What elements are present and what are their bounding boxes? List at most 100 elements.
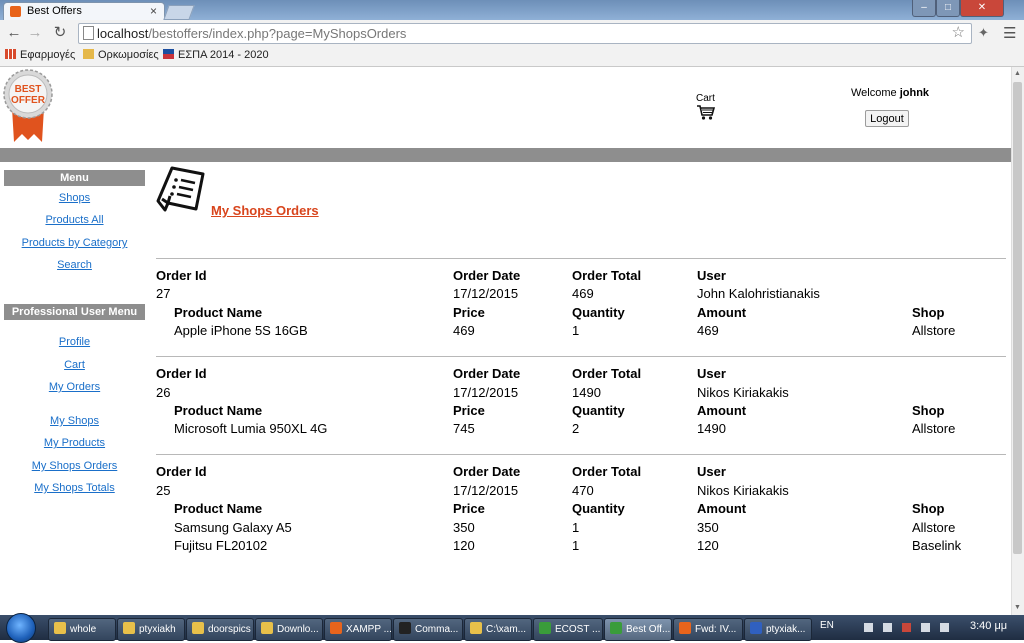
order-user: Nikos Kiriakakis — [697, 482, 789, 498]
product-header-label: Shop — [912, 304, 945, 320]
product-amount: 120 — [697, 538, 719, 553]
sidebar-link-shops[interactable]: Shops — [4, 192, 145, 204]
url-path: /bestoffers/index.php?page=MyShopsOrders — [148, 26, 407, 41]
taskbar-item[interactable]: Best Off... — [604, 618, 672, 641]
order-total: 469 — [572, 286, 594, 302]
system-clock[interactable]: 3:40 μμ — [970, 620, 1007, 632]
sidebar-link-products-all[interactable]: Products All — [4, 214, 145, 226]
bookmark-folder[interactable]: Ορκωμοσίες — [83, 49, 159, 61]
product-header-label: Price — [453, 304, 485, 320]
reload-icon[interactable]: ↻ — [51, 24, 69, 42]
product-amount: 1490 — [697, 421, 726, 437]
taskbar-app-icon — [539, 622, 551, 634]
taskbar-item[interactable]: Downlo... — [255, 618, 323, 641]
taskbar-app-icon — [123, 622, 135, 634]
bookmark-star-icon[interactable]: ☆ — [952, 23, 965, 41]
sidebar-link-my-shops-totals[interactable]: My Shops Totals — [4, 482, 145, 494]
product-header-label: Quantity — [572, 501, 625, 517]
taskbar-item-label: ptyxiak... — [766, 624, 806, 635]
product-shop: Allstore — [912, 323, 956, 339]
taskbar-app-icon — [399, 622, 411, 634]
flag-icon[interactable] — [864, 623, 873, 632]
product-shop: Baselink — [912, 538, 962, 553]
espa-flag-icon — [163, 49, 174, 59]
address-bar[interactable]: localhost/bestoffers/index.php?page=MySh… — [78, 23, 972, 44]
order-header-label: User — [697, 464, 726, 480]
product-name: Microsoft Lumia 950XL 4G — [174, 421, 328, 437]
username: johnk — [899, 87, 930, 99]
logout-button[interactable]: Logout — [865, 110, 909, 127]
language-indicator[interactable]: EN — [820, 620, 834, 631]
product-price: 350 — [453, 519, 475, 535]
extension-icon[interactable]: ✦ — [978, 25, 989, 41]
sidebar-link-search[interactable]: Search — [4, 259, 145, 271]
scroll-up-icon[interactable]: ▲ — [1013, 70, 1022, 77]
sidebar-link-my-orders[interactable]: My Orders — [4, 381, 145, 393]
sidebar-link-my-shops[interactable]: My Shops — [4, 415, 145, 427]
taskbar-item[interactable]: XAMPP ... — [324, 618, 392, 641]
product-header-label: Product Name — [174, 403, 263, 418]
start-button[interactable] — [6, 613, 36, 643]
taskbar-item[interactable]: Fwd: IV... — [673, 618, 743, 641]
taskbar-app-icon — [192, 622, 204, 634]
sidebar-link-cart[interactable]: Cart — [4, 359, 145, 371]
order-total: 1490 — [572, 384, 601, 400]
product-header-label: Shop — [912, 501, 945, 517]
taskbar-item[interactable]: doorspics — [186, 618, 254, 641]
sidebar-link-my-shops-orders[interactable]: My Shops Orders — [4, 460, 145, 472]
product-name: Fujitsu FL20102 — [174, 538, 268, 553]
product-header-label: Amount — [697, 501, 747, 517]
back-arrow-icon[interactable]: ← — [5, 24, 23, 42]
professional-menu-heading: Professional User Menu — [4, 304, 145, 320]
product-quantity: 2 — [572, 421, 580, 437]
taskbar-item[interactable]: ECOST ... — [533, 618, 603, 641]
scrollbar-thumb[interactable] — [1013, 82, 1022, 554]
order-date: 17/12/2015 — [453, 286, 519, 302]
menu-icon[interactable]: ☰ — [1003, 24, 1016, 42]
taskbar-item[interactable]: ptyxiak... — [744, 618, 812, 641]
page-title[interactable]: My Shops Orders — [211, 203, 319, 218]
new-tab-button[interactable] — [163, 5, 195, 20]
power-icon[interactable] — [940, 623, 949, 632]
order-id: 27 — [156, 286, 171, 302]
product-price: 745 — [453, 421, 475, 437]
taskbar-item[interactable]: C:\xam... — [464, 618, 532, 641]
browser-tab[interactable]: Best Offers × — [3, 2, 165, 21]
page-icon-small — [83, 26, 94, 40]
menu-heading: Menu — [4, 170, 145, 186]
minimize-button[interactable]: – — [912, 0, 936, 17]
security-icon[interactable] — [902, 623, 911, 632]
taskbar-app-icon — [610, 622, 622, 634]
close-window-button[interactable]: ✕ — [960, 0, 1004, 17]
product-quantity: 1 — [572, 519, 580, 535]
svg-text:BEST: BEST — [15, 84, 42, 95]
best-offer-logo[interactable]: BEST OFFER — [2, 68, 54, 144]
sidebar-link-my-products[interactable]: My Products — [4, 437, 145, 449]
sidebar-link-profile[interactable]: Profile — [4, 336, 145, 348]
product-header-label: Amount — [697, 304, 747, 320]
volume-icon[interactable] — [921, 623, 930, 632]
shopping-cart-icon[interactable] — [697, 105, 715, 120]
forward-arrow-icon[interactable]: → — [26, 24, 44, 42]
taskbar-item[interactable]: ptyxiakh — [117, 618, 185, 641]
order-user: John Kalohristianakis — [697, 286, 820, 302]
order-separator — [156, 356, 1006, 358]
order-header-label: Order Total — [572, 366, 642, 382]
taskbar-app-icon — [750, 622, 762, 634]
taskbar-item[interactable]: Comma... — [393, 618, 463, 641]
welcome-text: Welcome johnk — [851, 87, 930, 99]
sidebar-link-products-by-category[interactable]: Products by Category — [4, 237, 145, 249]
order-header-label: User — [697, 268, 726, 283]
bookmark-apps[interactable]: Εφαρμογές — [5, 49, 75, 61]
header-band — [0, 148, 1011, 162]
scroll-down-icon[interactable]: ▼ — [1013, 604, 1022, 611]
network-icon[interactable] — [883, 623, 892, 632]
taskbar-app-icon — [54, 622, 66, 634]
maximize-button[interactable]: □ — [936, 0, 960, 17]
bookmark-espa[interactable]: ΕΣΠΑ 2014 - 2020 — [163, 49, 269, 61]
taskbar-item[interactable]: whole — [48, 618, 116, 641]
cart-label[interactable]: Cart — [696, 93, 715, 104]
folder-icon — [83, 49, 94, 59]
product-header-label: Product Name — [174, 501, 263, 517]
tab-close-icon[interactable]: × — [150, 4, 157, 18]
